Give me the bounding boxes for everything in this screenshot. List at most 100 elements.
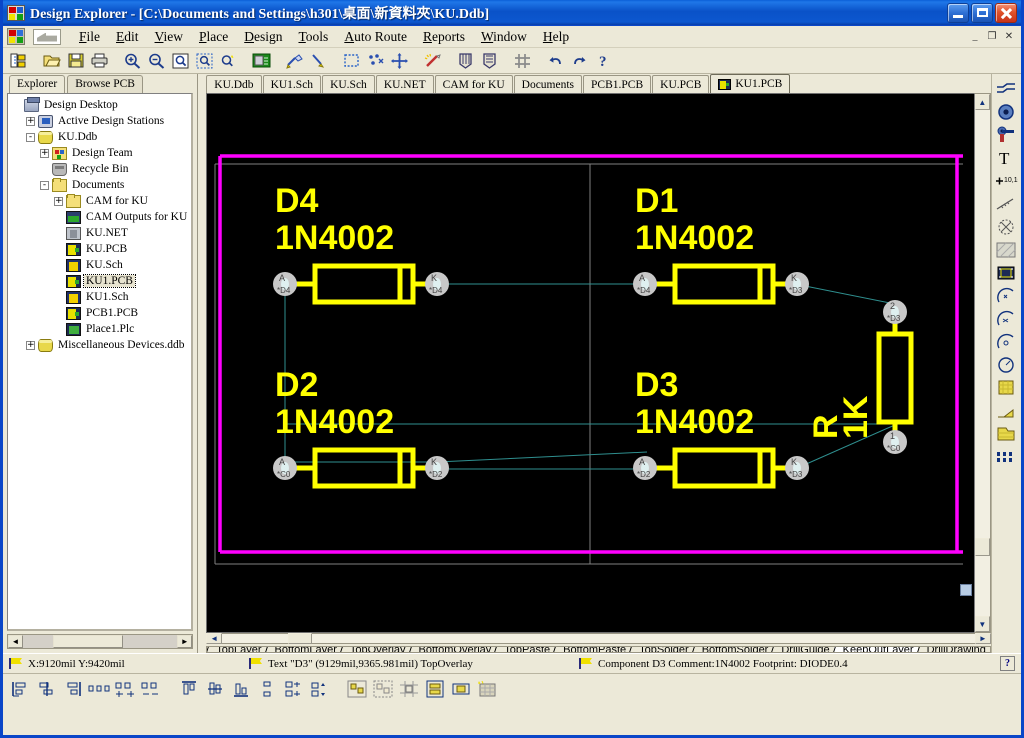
open-icon[interactable] <box>40 50 63 72</box>
document-system-menu-icon[interactable] <box>33 29 61 45</box>
document-tab[interactable]: KU1.Sch <box>263 75 322 93</box>
tree-item[interactable]: +CAM for KU <box>12 193 189 209</box>
place-full-circle-icon[interactable] <box>993 354 1019 376</box>
explorer-horizontal-scrollbar[interactable]: ◄ ► <box>7 634 193 649</box>
place-fill-icon[interactable] <box>993 239 1019 261</box>
decrease-vertical-spacing-icon[interactable] <box>307 677 331 701</box>
grid-icon[interactable] <box>511 50 534 72</box>
route-icon[interactable] <box>283 50 306 72</box>
expand-icon[interactable]: + <box>54 197 63 206</box>
layer-tab[interactable]: BottomLayer <box>266 647 341 652</box>
hscroll-track-left[interactable] <box>222 633 288 644</box>
tree-item[interactable]: KU1.PCB <box>12 273 189 289</box>
place-copper-pour-icon[interactable] <box>993 423 1019 445</box>
place-dimension-icon[interactable] <box>993 193 1019 215</box>
menu-edit[interactable]: Edit <box>108 27 147 47</box>
hscroll-right-button[interactable]: ► <box>975 633 991 644</box>
scroll-down-button[interactable]: ▼ <box>975 616 990 632</box>
align-top-icon[interactable] <box>177 677 201 701</box>
documents-icon[interactable] <box>7 50 30 72</box>
document-tab[interactable]: KU1.PCB <box>710 74 790 93</box>
menu-reports[interactable]: Reports <box>415 27 473 47</box>
place-arc-icon[interactable] <box>993 216 1019 238</box>
tree-item[interactable]: KU.NET <box>12 225 189 241</box>
pcb-canvas[interactable]: D4 1N4002 A *D4 K *D4 <box>206 93 974 633</box>
help-icon[interactable]: ? <box>592 50 615 72</box>
zoom-area-icon[interactable] <box>169 50 192 72</box>
place-coordinate-icon[interactable]: 10,10 <box>993 170 1019 192</box>
redo-icon[interactable] <box>568 50 591 72</box>
document-tab[interactable]: KU.PCB <box>652 75 709 93</box>
canvas-resize-indicator[interactable] <box>960 584 972 596</box>
zoom-point-icon[interactable] <box>217 50 240 72</box>
select-area-icon[interactable] <box>340 50 363 72</box>
tree-item[interactable]: +Miscellaneous Devices.ddb <box>12 337 189 353</box>
decrease-horizontal-spacing-icon[interactable] <box>139 677 163 701</box>
view-bottom-icon[interactable] <box>478 50 501 72</box>
document-tab[interactable]: PCB1.PCB <box>583 75 651 93</box>
document-tab[interactable]: KU.Ddb <box>206 75 261 93</box>
place-chamfer-icon[interactable] <box>993 400 1019 422</box>
place-string-icon[interactable]: T <box>993 147 1019 169</box>
tree-item[interactable]: +Active Design Stations <box>12 113 189 129</box>
document-tab[interactable]: CAM for KU <box>435 75 513 93</box>
collapse-icon[interactable]: - <box>40 181 49 190</box>
zoom-in-icon[interactable] <box>121 50 144 72</box>
place-arc-center-icon[interactable] <box>993 285 1019 307</box>
place-polygon-icon[interactable] <box>993 262 1019 284</box>
layer-tab[interactable]: BottomOverlay <box>410 647 496 652</box>
browse-component-icon[interactable] <box>250 50 273 72</box>
increase-vertical-spacing-icon[interactable] <box>281 677 305 701</box>
layer-tab[interactable]: KeepOutLayer <box>834 647 918 652</box>
place-rectangle-icon[interactable] <box>993 377 1019 399</box>
mdi-minimize-button[interactable]: _ <box>967 29 983 44</box>
vscroll-thumb[interactable] <box>975 538 990 556</box>
minimize-button[interactable] <box>947 3 969 23</box>
layer-tab[interactable]: DrillGuide <box>772 647 833 652</box>
tree-item[interactable]: KU1.Sch <box>12 289 189 305</box>
expand-icon[interactable]: + <box>26 341 35 350</box>
tree-item[interactable]: PCB1.PCB <box>12 305 189 321</box>
canvas-horizontal-scrollbar[interactable]: ◄ ► <box>206 633 991 644</box>
place-pad-icon[interactable] <box>993 101 1019 123</box>
collapse-icon[interactable]: - <box>26 133 35 142</box>
space-equally-vertical-icon[interactable] <box>255 677 279 701</box>
menu-auto-route[interactable]: Auto Route <box>336 27 415 47</box>
interactive-route-icon[interactable] <box>307 50 330 72</box>
menu-design[interactable]: Design <box>236 27 290 47</box>
align-bottom-icon[interactable] <box>229 677 253 701</box>
undo-icon[interactable] <box>544 50 567 72</box>
place-array-icon[interactable] <box>993 446 1019 468</box>
menu-place[interactable]: Place <box>191 27 236 47</box>
move-selection-icon[interactable] <box>364 50 387 72</box>
layer-tab[interactable]: TopSolder <box>630 647 693 652</box>
increase-horizontal-spacing-icon[interactable] <box>113 677 137 701</box>
hscroll-track-right[interactable] <box>312 633 975 644</box>
mdi-restore-button[interactable]: ❐ <box>984 29 1000 44</box>
tab-browse-pcb[interactable]: Browse PCB <box>67 75 143 93</box>
menu-view[interactable]: View <box>147 27 191 47</box>
app-system-menu-icon[interactable] <box>7 28 25 45</box>
rotate-component-icon[interactable] <box>449 677 473 701</box>
save-icon[interactable] <box>64 50 87 72</box>
place-arc-edge-icon[interactable] <box>993 308 1019 330</box>
tree-item[interactable]: Place1.Plc <box>12 321 189 337</box>
expand-icon[interactable]: + <box>40 149 49 158</box>
clear-filter-icon[interactable] <box>421 50 444 72</box>
scroll-left-button[interactable]: ◄ <box>8 635 23 648</box>
vscroll-track-lower[interactable] <box>975 556 990 616</box>
tree-item[interactable]: Design Desktop <box>12 97 189 113</box>
move-icon[interactable] <box>388 50 411 72</box>
tree-item[interactable]: +Design Team <box>12 145 189 161</box>
print-icon[interactable] <box>88 50 111 72</box>
tree-item[interactable]: -KU.Ddb <box>12 129 189 145</box>
scroll-right-button[interactable]: ► <box>177 635 192 648</box>
document-tab[interactable]: KU.NET <box>376 75 434 93</box>
tree-item[interactable]: -Documents <box>12 177 189 193</box>
align-to-grid-icon[interactable] <box>345 677 369 701</box>
document-tab[interactable]: KU.Sch <box>322 75 375 93</box>
layer-tab[interactable]: TopOverlay <box>341 647 410 652</box>
vscroll-track-upper[interactable] <box>975 110 990 538</box>
align-horizontal-center-icon[interactable] <box>35 677 59 701</box>
menu-file[interactable]: File <box>71 27 108 47</box>
